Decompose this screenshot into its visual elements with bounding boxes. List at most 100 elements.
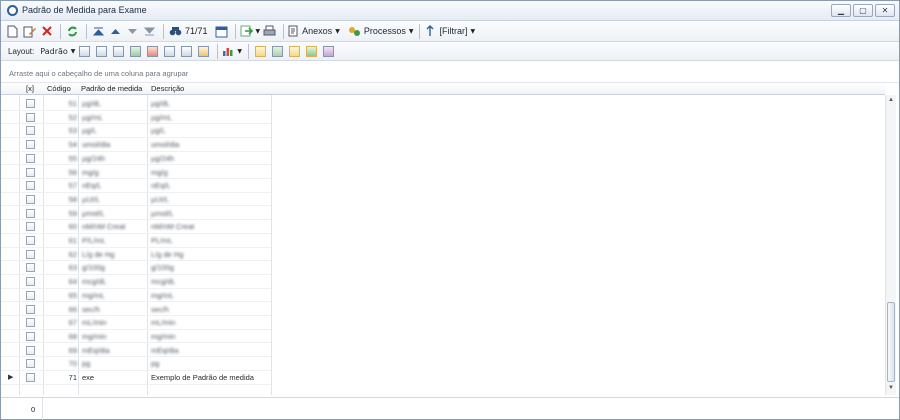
cell-padrao[interactable]: µg/24h	[82, 154, 105, 163]
view-table-button[interactable]	[270, 43, 285, 59]
table-row[interactable]: 61 P/L/mL PL/mL	[1, 234, 271, 248]
cell-descricao[interactable]: Exemplo de Padrão de medida	[151, 373, 254, 382]
table-row[interactable]: 60 nM/nM Creat nM/nM Creat	[1, 220, 271, 234]
cell-descricao[interactable]: µg/dL	[151, 99, 170, 108]
cell-codigo[interactable]: 51	[1, 99, 77, 108]
cell-descricao[interactable]: L/g de Hg	[151, 250, 184, 259]
cell-descricao[interactable]: mg/min	[151, 332, 176, 341]
column-header-select[interactable]: [x]	[26, 84, 34, 93]
delete-record-button[interactable]	[39, 23, 54, 39]
cell-codigo[interactable]: 59	[1, 209, 77, 218]
processos-button[interactable]: Processos ▼	[348, 23, 413, 39]
refresh-button[interactable]	[65, 23, 80, 39]
layout-remove-button[interactable]	[145, 43, 160, 59]
layout-open-button[interactable]	[111, 43, 126, 59]
title-bar[interactable]: Padrão de Medida para Exame ▁ ▢ ✕	[1, 1, 899, 21]
first-record-button[interactable]	[91, 23, 106, 39]
table-row[interactable]: 70 pg pg	[1, 357, 271, 371]
cell-codigo[interactable]: 65	[1, 291, 77, 300]
scroll-up-arrow-icon[interactable]: ▲	[888, 97, 894, 103]
vertical-scrollbar[interactable]: ▲ ▼	[885, 95, 896, 395]
minimize-button[interactable]: ▁	[831, 4, 851, 17]
table-row[interactable]: 54 umol/dia umol/dia	[1, 138, 271, 152]
close-window-button[interactable]: ✕	[875, 4, 895, 17]
cell-padrao[interactable]: nM/nM Creat	[82, 222, 125, 231]
cell-padrao[interactable]: µUI/L	[82, 195, 100, 204]
cell-padrao[interactable]: sec/h	[82, 305, 100, 314]
cell-descricao[interactable]: nM/nM Creat	[151, 222, 194, 231]
layout-copy-button[interactable]	[94, 43, 109, 59]
cell-descricao[interactable]: mcg/dL	[151, 277, 176, 286]
cell-padrao[interactable]: mg/g	[82, 168, 99, 177]
cell-codigo[interactable]: 62	[1, 250, 77, 259]
cell-padrao[interactable]: mcg/dL	[82, 277, 107, 286]
new-record-button[interactable]	[5, 23, 20, 39]
view-text-button[interactable]	[321, 43, 336, 59]
cell-descricao[interactable]: µUI/L	[151, 195, 169, 204]
cell-codigo[interactable]: 53	[1, 126, 77, 135]
table-row[interactable]: 53 µg/L µg/L	[1, 124, 271, 138]
table-row[interactable]: ▶ 71 exe Exemplo de Padrão de medida	[1, 371, 271, 385]
cell-codigo[interactable]: 68	[1, 332, 77, 341]
cell-descricao[interactable]: umol/dia	[151, 140, 179, 149]
cell-padrao[interactable]: mg/min	[82, 332, 107, 341]
cell-padrao[interactable]: P/L/mL	[82, 236, 106, 245]
layout-image-button[interactable]	[196, 43, 211, 59]
table-row[interactable]: 52 µg/mL µg/mL	[1, 111, 271, 125]
cell-descricao[interactable]: mg/mL	[151, 291, 174, 300]
cell-codigo[interactable]: 54	[1, 140, 77, 149]
cell-codigo[interactable]: 61	[1, 236, 77, 245]
cell-codigo[interactable]: 64	[1, 277, 77, 286]
table-row[interactable]: 66 sec/h sec/h	[1, 303, 271, 317]
cell-padrao[interactable]: µg/mL	[82, 113, 103, 122]
table-row[interactable]: 56 mg/g mg/g	[1, 166, 271, 180]
cell-descricao[interactable]: mg/g	[151, 168, 168, 177]
cell-codigo[interactable]: 60	[1, 222, 77, 231]
cell-padrao[interactable]: exe	[82, 373, 94, 382]
last-record-button[interactable]	[142, 23, 157, 39]
table-row[interactable]: 63 g/100g g/100g	[1, 261, 271, 275]
cell-codigo[interactable]: 57	[1, 181, 77, 190]
cell-descricao[interactable]: µmol/L	[151, 209, 174, 218]
cell-descricao[interactable]: nEq/L	[151, 181, 171, 190]
cell-padrao[interactable]: L/g de Hg	[82, 250, 115, 259]
view-card-button[interactable]	[304, 43, 319, 59]
table-row[interactable]: 55 µg/24h µg/24h	[1, 152, 271, 166]
cell-padrao[interactable]: umol/dia	[82, 140, 110, 149]
layout-rows-button[interactable]	[179, 43, 194, 59]
cell-descricao[interactable]: µg/mL	[151, 113, 172, 122]
cell-padrao[interactable]: mEq/dia	[82, 346, 110, 355]
cell-padrao[interactable]: mL/min	[82, 318, 107, 327]
cell-padrao[interactable]: mg/mL	[82, 291, 105, 300]
table-row[interactable]: 69 mEq/dia mEq/dia	[1, 344, 271, 358]
cell-codigo[interactable]: 63	[1, 263, 77, 272]
group-by-panel[interactable]: Arraste aqui o cabeçalho de uma coluna p…	[1, 62, 899, 83]
cell-descricao[interactable]: µg/24h	[151, 154, 174, 163]
cell-padrao[interactable]: µmol/L	[82, 209, 105, 218]
cell-descricao[interactable]: mL/min	[151, 318, 176, 327]
cell-descricao[interactable]: sec/h	[151, 305, 169, 314]
scrollbar-thumb[interactable]	[887, 302, 895, 382]
cell-padrao[interactable]: nEq/L	[82, 181, 102, 190]
print-button[interactable]	[262, 23, 277, 39]
layout-add-button[interactable]	[128, 43, 143, 59]
table-row[interactable]: 57 nEq/L nEq/L	[1, 179, 271, 193]
table-row[interactable]: 67 mL/min mL/min	[1, 316, 271, 330]
cell-descricao[interactable]: µg/L	[151, 126, 166, 135]
maximize-button[interactable]: ▢	[853, 4, 873, 17]
table-row[interactable]: 64 mcg/dL mcg/dL	[1, 275, 271, 289]
cell-descricao[interactable]: PL/mL	[151, 236, 173, 245]
layout-columns-button[interactable]	[162, 43, 177, 59]
table-row[interactable]: 62 L/g de Hg L/g de Hg	[1, 248, 271, 262]
calendar-button[interactable]	[214, 23, 229, 39]
layout-padrao-dropdown[interactable]: Padrão ▼	[40, 43, 75, 59]
cell-codigo[interactable]: 69	[1, 346, 77, 355]
cell-codigo[interactable]: 56	[1, 168, 77, 177]
next-record-button[interactable]	[125, 23, 140, 39]
scroll-down-arrow-icon[interactable]: ▼	[888, 385, 894, 391]
cell-padrao[interactable]: pg	[82, 359, 90, 368]
layout-save-button[interactable]	[77, 43, 92, 59]
table-row[interactable]: 58 µUI/L µUI/L	[1, 193, 271, 207]
table-row[interactable]: 59 µmol/L µmol/L	[1, 207, 271, 221]
export-button[interactable]: ▼	[240, 23, 260, 39]
